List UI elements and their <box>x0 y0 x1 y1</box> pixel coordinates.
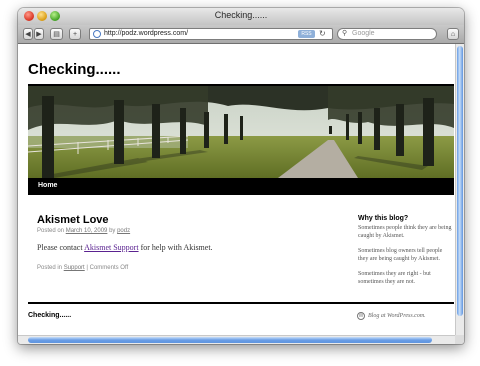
site-title[interactable]: Checking...... <box>28 61 121 78</box>
title-bar: Checking...... <box>18 8 464 25</box>
wordpress-icon: W <box>357 312 365 320</box>
rss-badge[interactable]: RSS <box>298 30 315 38</box>
comments-status: Comments Off <box>89 265 129 271</box>
horizontal-scrollbar[interactable] <box>18 335 455 344</box>
back-button[interactable]: ◀ <box>23 28 33 40</box>
reload-icon[interactable]: ↻ <box>319 29 326 39</box>
tree-avenue-image <box>28 86 454 178</box>
url-text[interactable]: http://podz.wordpress.com/ <box>104 29 188 39</box>
author-link[interactable]: podz <box>117 228 130 234</box>
post-meta: Posted on March 10, 2009 by podz <box>37 228 130 234</box>
back-arrow-icon: ◀ <box>25 31 31 38</box>
resize-corner[interactable] <box>455 335 464 344</box>
post-body-prefix: Please contact <box>37 243 83 252</box>
nav-bar: Home <box>28 178 454 195</box>
meta-separator: | <box>86 265 88 271</box>
search-icon: ⚲ <box>342 30 348 37</box>
post-body-suffix: for help with Akismet. <box>140 243 213 252</box>
wordpress-credit-link[interactable]: Blog at WordPress.com. <box>368 313 426 319</box>
plus-icon: + <box>72 31 78 38</box>
search-field[interactable]: ⚲ Google <box>337 28 437 40</box>
posted-on-label: Posted on <box>37 228 65 234</box>
search-placeholder: Google <box>352 30 375 37</box>
forward-arrow-icon: ▶ <box>36 31 42 38</box>
post-footer-meta: Posted in Support | Comments Off <box>37 265 128 271</box>
post-date-link[interactable]: March 10, 2009 <box>66 228 108 234</box>
globe-icon <box>93 30 101 38</box>
nav-home-link[interactable]: Home <box>38 182 57 189</box>
browser-window: Checking...... ◀ ▶ ▤ + http://podz.wordp… <box>18 8 464 344</box>
web-page: Checking...... Home Akismet Love Posted … <box>18 44 455 335</box>
post-content: Please contact Akismet Support for help … <box>37 243 213 252</box>
horizontal-scroll-thumb[interactable] <box>28 337 432 343</box>
post-title[interactable]: Akismet Love <box>37 214 109 226</box>
sidebar-heading: Why this blog? <box>358 215 409 222</box>
address-bar[interactable]: http://podz.wordpress.com/ RSS ↻ <box>89 28 333 40</box>
book-icon: ▤ <box>53 31 60 38</box>
category-link[interactable]: Support <box>64 265 85 271</box>
footer-divider <box>28 302 454 304</box>
header-image <box>28 84 454 178</box>
sidebar-paragraph: Sometimes they are right - but sometimes… <box>358 271 431 285</box>
by-label: by <box>109 228 116 234</box>
sidebar-paragraph: Sometimes blog owners tell people they a… <box>358 248 443 262</box>
footer-site-title[interactable]: Checking...... <box>28 312 71 319</box>
akismet-support-link[interactable]: Akismet Support <box>84 243 138 252</box>
home-button[interactable]: ⌂ <box>447 28 459 40</box>
add-bookmark-button[interactable]: + <box>69 28 81 40</box>
home-icon: ⌂ <box>450 31 456 38</box>
bookmarks-button[interactable]: ▤ <box>50 28 63 40</box>
posted-in-label: Posted in <box>37 265 63 271</box>
window-title: Checking...... <box>214 10 268 20</box>
forward-button[interactable]: ▶ <box>34 28 44 40</box>
vertical-scroll-thumb[interactable] <box>457 46 463 316</box>
browser-toolbar: ◀ ▶ ▤ + http://podz.wordpress.com/ RSS ↻… <box>18 25 464 44</box>
sidebar-paragraph: Sometimes people think they are being ca… <box>358 225 452 239</box>
vertical-scrollbar[interactable] <box>455 44 464 335</box>
